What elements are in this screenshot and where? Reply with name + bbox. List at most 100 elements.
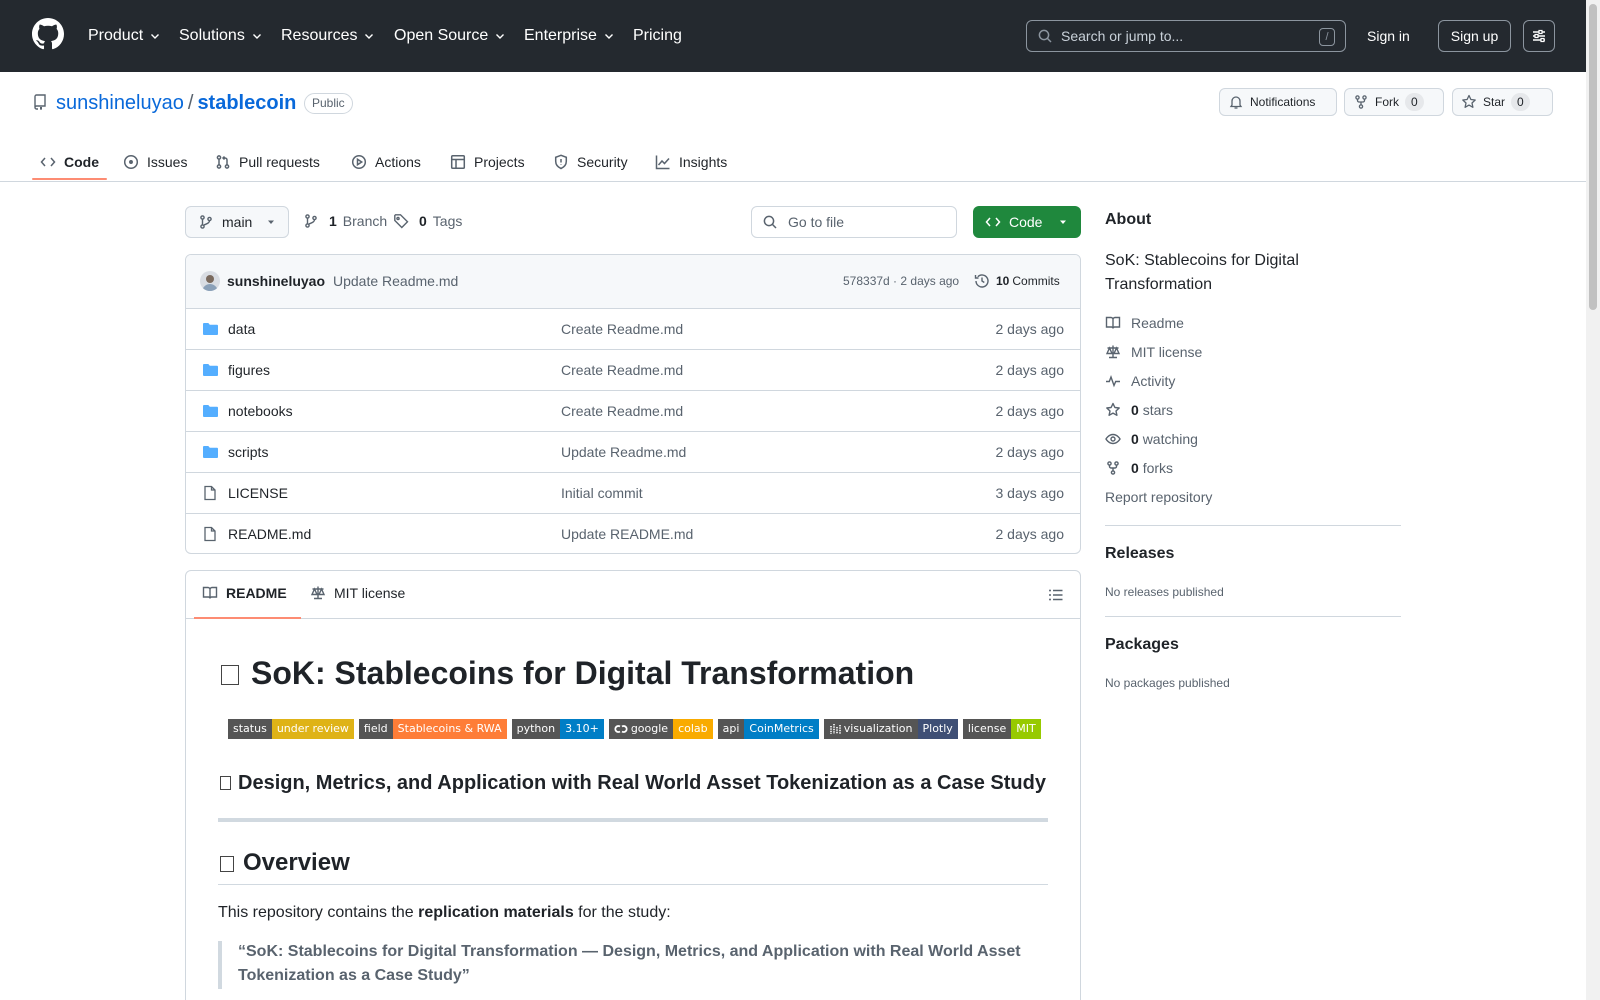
badge-row: status under review field Stablecoins & RW… (228, 719, 1046, 739)
file-name-link[interactable]: data (228, 309, 255, 349)
tab-security[interactable]: Security (553, 142, 628, 182)
fork-button[interactable]: Fork 0 (1344, 88, 1444, 116)
file-commit-message[interactable]: Create Readme.md (561, 350, 683, 390)
file-commit-message[interactable]: Initial commit (561, 473, 643, 513)
fork-count: 0 (1405, 93, 1424, 111)
table-row[interactable]: notebooks Create Readme.md 2 days ago (186, 391, 1080, 432)
report-repository-link[interactable]: Report repository (1105, 489, 1212, 505)
chevron-down-icon (365, 34, 374, 39)
tags-link[interactable]: 0 Tags (393, 213, 462, 229)
badge-label: api (717, 719, 745, 739)
file-name-link[interactable]: README.md (228, 514, 311, 553)
table-row[interactable]: figures Create Readme.md 2 days ago (186, 350, 1080, 391)
python-badge[interactable]: python 3.10+ (511, 719, 604, 739)
packages-heading[interactable]: Packages (1105, 636, 1179, 654)
tab-insights[interactable]: Insights (655, 142, 727, 182)
nav-open-source[interactable]: Open Source (394, 24, 506, 48)
page-scrollbar[interactable] (1586, 0, 1600, 1000)
branch-icon (305, 214, 317, 228)
code-dropdown-button[interactable]: Code (973, 206, 1081, 238)
nav-pricing[interactable]: Pricing (633, 24, 682, 48)
file-commit-message[interactable]: Create Readme.md (561, 391, 683, 431)
book-icon (1105, 316, 1121, 329)
table-row[interactable]: README.md Update README.md 2 days ago (186, 514, 1080, 553)
license-link[interactable]: MIT license (1105, 344, 1202, 360)
status-badge[interactable]: status under review (228, 719, 354, 739)
branch-select-button[interactable]: main (185, 206, 289, 238)
file-commit-message[interactable]: Create Readme.md (561, 309, 683, 349)
visualization-badge[interactable]: visualization Plotly (823, 719, 958, 739)
para-text: for the study: (573, 904, 671, 921)
anchor-icon[interactable] (220, 776, 231, 790)
nav-resources[interactable]: Resources (281, 24, 375, 48)
tab-issues[interactable]: Issues (123, 142, 187, 182)
field-badge[interactable]: field Stablecoins & RWA (358, 719, 507, 739)
tab-projects[interactable]: Projects (450, 142, 525, 182)
menu-toggle-button[interactable] (1523, 20, 1555, 52)
global-header: Product Solutions Resources Open Source … (0, 0, 1586, 72)
file-name-link[interactable]: notebooks (228, 391, 293, 431)
stars-link[interactable]: 0 stars (1105, 402, 1173, 418)
fork-icon (1107, 461, 1119, 475)
sliders-icon (1533, 29, 1545, 43)
star-icon (1106, 402, 1120, 416)
sign-up-button[interactable]: Sign up (1438, 20, 1511, 52)
search-input[interactable]: Search or jump to... / (1026, 20, 1346, 52)
branches-link[interactable]: 1 Branch (303, 213, 387, 229)
api-badge[interactable]: api CoinMetrics (717, 719, 819, 739)
watching-link[interactable]: 0 watching (1105, 431, 1198, 447)
tab-pull-requests[interactable]: Pull requests (215, 142, 320, 182)
sign-in-link[interactable]: Sign in (1367, 24, 1410, 48)
license-badge[interactable]: license MIT (962, 719, 1041, 739)
file-name-link[interactable]: scripts (228, 432, 268, 472)
repo-owner-link[interactable]: sunshineluyao (56, 90, 184, 116)
file-time: 2 days ago (995, 403, 1065, 419)
commit-message-link[interactable]: Update Readme.md (333, 255, 458, 307)
nav-label: Solutions (179, 27, 245, 44)
notifications-button[interactable]: Notifications (1219, 88, 1337, 116)
badge-label: status (228, 719, 272, 739)
activity-link[interactable]: Activity (1105, 373, 1175, 389)
history-icon (974, 274, 989, 288)
releases-heading[interactable]: Releases (1105, 545, 1174, 563)
avatar[interactable] (200, 271, 220, 291)
file-commit-message[interactable]: Update Readme.md (561, 432, 686, 472)
github-logo-icon[interactable] (32, 18, 64, 50)
notifications-label: Notifications (1250, 95, 1316, 109)
search-icon (1038, 29, 1052, 43)
readme-tab[interactable]: README (202, 585, 287, 601)
star-button[interactable]: Star 0 (1452, 88, 1553, 116)
file-commit-message[interactable]: Update README.md (561, 514, 693, 553)
commit-hash-time[interactable]: 578337d · 2 days ago (843, 255, 959, 307)
table-row[interactable]: data Create Readme.md 2 days ago (186, 309, 1080, 350)
commit-author-link[interactable]: sunshineluyao (227, 255, 325, 307)
colab-badge[interactable]: google colab (608, 719, 713, 739)
scrollbar-thumb[interactable] (1589, 4, 1597, 310)
table-row[interactable]: LICENSE Initial commit 3 days ago (186, 473, 1080, 514)
anchor-icon[interactable] (220, 856, 234, 872)
file-table: sunshineluyao Update Readme.md 578337d ·… (185, 254, 1081, 554)
nav-label: Pricing (633, 27, 682, 44)
license-tab[interactable]: MIT license (310, 585, 405, 601)
commits-history-link[interactable]: 10 Commits (974, 273, 1060, 289)
caret-down-icon (1060, 220, 1067, 224)
eye-icon (1105, 433, 1121, 445)
tab-code[interactable]: Code (40, 142, 99, 182)
nav-product[interactable]: Product (88, 24, 161, 48)
outline-button[interactable] (1048, 587, 1064, 603)
nav-enterprise[interactable]: Enterprise (524, 24, 615, 48)
anchor-icon[interactable] (221, 665, 239, 685)
folder-icon (203, 446, 218, 458)
table-row[interactable]: scripts Update Readme.md 2 days ago (186, 432, 1080, 473)
nav-solutions[interactable]: Solutions (179, 24, 263, 48)
code-icon (40, 157, 56, 167)
repo-name-link[interactable]: stablecoin (197, 90, 296, 116)
file-name-link[interactable]: figures (228, 350, 270, 390)
forks-link[interactable]: 0 forks (1105, 460, 1173, 476)
go-to-file-input[interactable]: Go to file (751, 206, 957, 238)
file-name-link[interactable]: LICENSE (228, 473, 288, 513)
readme-link[interactable]: Readme (1105, 315, 1184, 331)
pulse-icon (1106, 374, 1120, 388)
tab-actions[interactable]: Actions (351, 142, 421, 182)
badge-value: colab (673, 719, 713, 739)
